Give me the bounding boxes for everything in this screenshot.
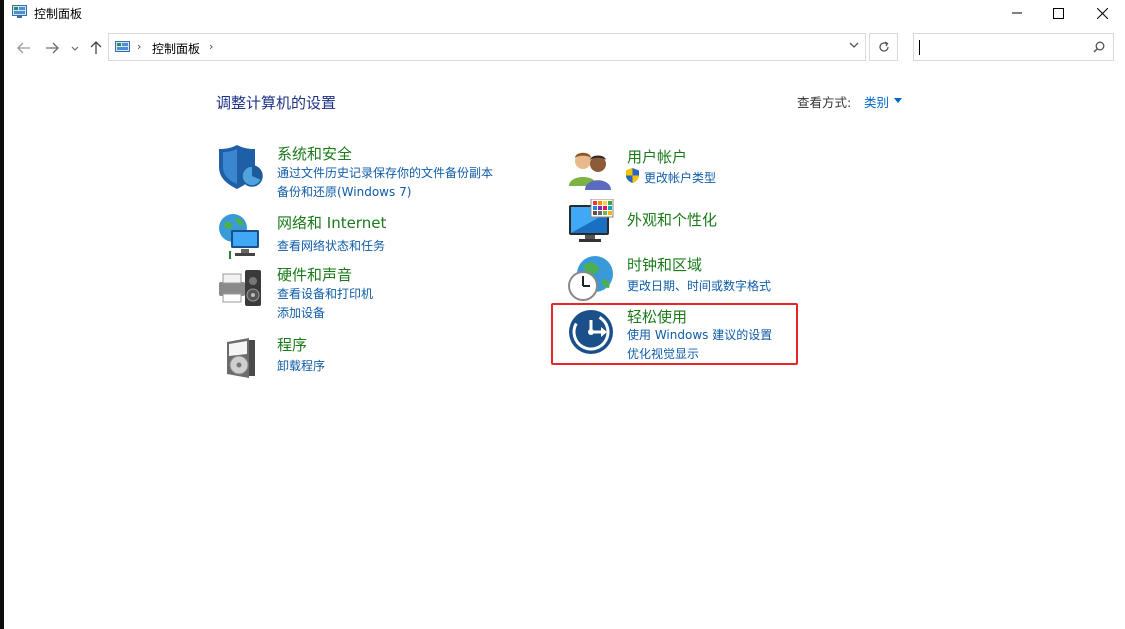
search-icon[interactable] <box>1093 41 1105 53</box>
arrow-up-icon <box>90 41 102 54</box>
forward-button[interactable] <box>41 37 63 59</box>
clock-globe-icon[interactable] <box>567 254 615 302</box>
back-button[interactable] <box>13 37 35 59</box>
category-title[interactable]: 系统和安全 <box>277 143 352 164</box>
control-panel-icon <box>115 41 130 52</box>
refresh-button[interactable] <box>869 33 898 61</box>
refresh-icon <box>878 41 889 52</box>
link-change-account-type[interactable]: 更改帐户类型 <box>644 169 716 186</box>
category-title[interactable]: 时钟和区域 <box>627 254 702 275</box>
view-by-dropdown[interactable]: 类别 <box>864 92 889 111</box>
minimize-icon <box>1012 12 1022 14</box>
address-bar[interactable]: › 控制面板 › <box>108 33 866 61</box>
breadcrumb-chevron-icon[interactable]: › <box>209 40 213 53</box>
dropdown-arrow-icon[interactable] <box>894 98 902 103</box>
recent-locations-button[interactable] <box>66 37 84 59</box>
close-icon <box>1096 7 1108 19</box>
link-add-device[interactable]: 添加设备 <box>277 304 325 321</box>
search-input[interactable] <box>913 33 1114 61</box>
chevron-down-icon <box>71 46 79 51</box>
maximize-button[interactable] <box>1035 0 1081 26</box>
link-file-history[interactable]: 通过文件历史记录保存你的文件备份副本 <box>277 164 493 181</box>
appearance-monitor-icon[interactable] <box>567 199 615 247</box>
category-title[interactable]: 硬件和声音 <box>277 264 352 285</box>
category-title[interactable]: 网络和 Internet <box>277 212 386 233</box>
text-caret <box>919 40 920 55</box>
category-title[interactable]: 外观和个性化 <box>627 209 717 230</box>
view-by-label: 查看方式: <box>797 95 852 110</box>
category-title[interactable]: 用户帐户 <box>627 146 687 167</box>
shield-icon[interactable] <box>217 143 265 191</box>
breadcrumb-control-panel[interactable]: 控制面板 <box>152 40 200 57</box>
chevron-down-icon[interactable] <box>849 42 859 49</box>
link-change-date-time-format[interactable]: 更改日期、时间或数字格式 <box>627 277 771 294</box>
arrow-right-icon <box>46 42 59 54</box>
breadcrumb-chevron-icon[interactable]: › <box>137 40 141 53</box>
printer-speaker-icon[interactable] <box>217 264 265 312</box>
highlight-box <box>551 303 798 365</box>
minimize-button[interactable] <box>994 0 1040 26</box>
link-devices-printers[interactable]: 查看设备和打印机 <box>277 285 373 302</box>
control-panel-icon <box>12 5 27 18</box>
left-edge <box>0 0 4 629</box>
link-uninstall-program[interactable]: 卸载程序 <box>277 357 325 374</box>
users-icon[interactable] <box>567 146 615 194</box>
close-button[interactable] <box>1079 0 1125 26</box>
programs-box-icon[interactable] <box>217 334 265 382</box>
maximize-icon <box>1052 7 1064 19</box>
window-title: 控制面板 <box>34 7 83 21</box>
link-network-status[interactable]: 查看网络状态和任务 <box>277 237 385 254</box>
page-title: 调整计算机的设置 <box>216 94 337 112</box>
up-button[interactable] <box>85 37 107 59</box>
arrow-left-icon <box>17 42 30 54</box>
category-title[interactable]: 程序 <box>277 334 307 355</box>
uac-shield-icon <box>626 168 639 183</box>
title-bar: 控制面板 <box>4 0 1125 26</box>
network-globe-icon[interactable] <box>217 212 265 260</box>
link-backup-restore[interactable]: 备份和还原(Windows 7) <box>277 183 411 200</box>
